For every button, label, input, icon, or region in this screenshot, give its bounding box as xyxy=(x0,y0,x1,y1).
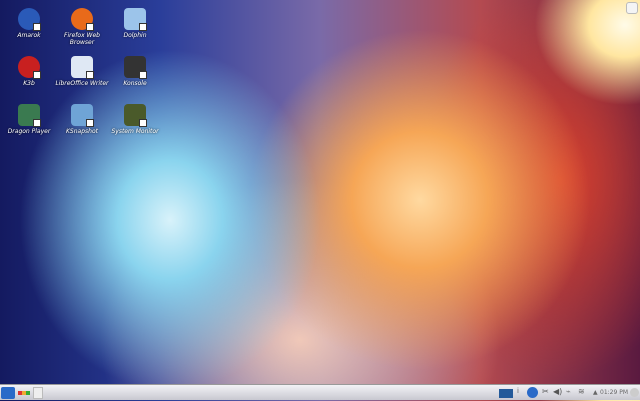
desktop-icon-dolphin[interactable]: Dolphin xyxy=(107,8,163,39)
show-desktop-button[interactable] xyxy=(33,387,43,399)
tray-expand-icon[interactable]: ▲ xyxy=(593,389,598,401)
panel-toolbox-button[interactable] xyxy=(630,388,639,397)
desktop-icon-label: LibreOffice Writer xyxy=(55,80,109,87)
desktop-icon-label: KSnapshot xyxy=(66,128,98,135)
desktop-icon-label: Dragon Player xyxy=(7,128,51,135)
desktop-icon-system-monitor[interactable]: System Monitor xyxy=(107,104,163,135)
desktop-icon-firefox-web-browser[interactable]: Firefox Web Browser xyxy=(54,8,110,46)
taskbar-panel: i ✂ ◀) ⌁ ≋ ▲ 01:29 PM xyxy=(0,384,640,400)
libreoffice-writer-icon xyxy=(71,56,94,79)
dolphin-icon xyxy=(124,8,147,31)
k3b-icon xyxy=(18,56,41,79)
clock[interactable]: 01:29 PM xyxy=(600,389,628,401)
firefox-icon xyxy=(71,8,94,31)
desktop-icon-konsole[interactable]: Konsole xyxy=(107,56,163,87)
volume-icon[interactable]: ◀) xyxy=(553,387,562,399)
desktop-icon-k3b[interactable]: K3b xyxy=(1,56,57,87)
pager-icon[interactable] xyxy=(499,389,513,398)
wifi-icon[interactable]: ≋ xyxy=(578,387,585,399)
desktop-icon-ksnapshot[interactable]: KSnapshot xyxy=(54,104,110,135)
desktop-icon-label: Konsole xyxy=(123,80,147,87)
device-notifier-icon[interactable]: ⌁ xyxy=(566,387,571,399)
desktop-icon-dragon-player[interactable]: Dragon Player xyxy=(1,104,57,135)
konsole-icon xyxy=(124,56,147,79)
system-monitor-icon xyxy=(124,104,147,127)
ksnapshot-icon xyxy=(71,104,94,127)
desktop-icon-label: Dolphin xyxy=(123,32,147,39)
info-icon[interactable]: i xyxy=(517,387,523,399)
kde-kickoff-icon[interactable] xyxy=(1,387,15,399)
dragon-player-icon xyxy=(18,104,41,127)
desktop-icon-libreoffice-writer[interactable]: LibreOffice Writer xyxy=(54,56,110,87)
desktop-icon-label: Firefox Web Browser xyxy=(64,32,100,46)
activity-icon[interactable] xyxy=(18,391,30,395)
network-globe-icon[interactable] xyxy=(527,387,538,398)
desktop-icon-label: Amarok xyxy=(17,32,41,39)
desktop-toolbox-button[interactable] xyxy=(626,2,638,14)
desktop-icon-amarok[interactable]: Amarok xyxy=(1,8,57,39)
amarok-icon xyxy=(18,8,41,31)
desktop-icon-label: K3b xyxy=(23,80,35,87)
desktop-icon-label: System Monitor xyxy=(111,128,159,135)
klipper-icon[interactable]: ✂ xyxy=(542,387,549,399)
